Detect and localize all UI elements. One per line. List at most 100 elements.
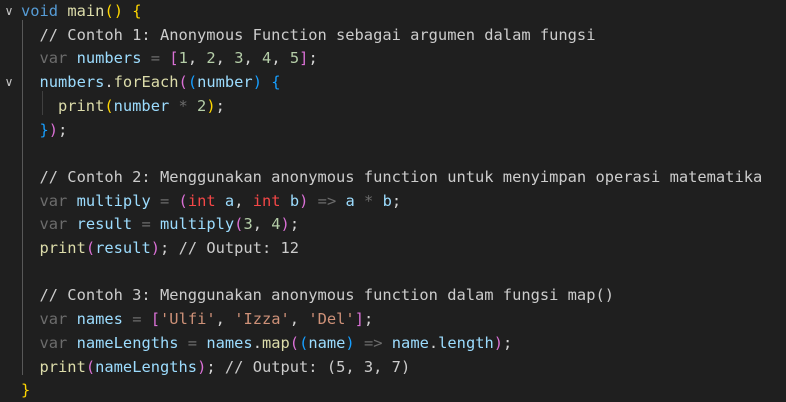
code-token: // Output: 12 [178, 239, 300, 257]
code-line[interactable] [0, 261, 786, 285]
code-token: ( [178, 191, 188, 210]
code-token: b [289, 191, 300, 210]
code-text: var multiply = (int a, int b) => a * b; [40, 190, 402, 214]
code-line[interactable]: print(number * 2); [0, 95, 786, 119]
code-token: ; [391, 191, 402, 210]
code-line[interactable]: var result = multiply(3, 4); [0, 213, 786, 237]
code-line[interactable]: print(nameLengths); // Output: (5, 3, 7) [0, 356, 786, 380]
code-text: }); [40, 119, 68, 143]
code-line[interactable] [0, 142, 786, 166]
code-token: 'Izza' [234, 310, 290, 329]
code-token: () [104, 2, 123, 20]
code-token: [ [150, 310, 161, 329]
code-token: multiply [76, 191, 151, 210]
code-token: var [39, 49, 68, 68]
code-token: var [39, 215, 68, 234]
code-token: ) [280, 215, 290, 234]
code-token: nameLengths [76, 333, 179, 352]
code-editor[interactable]: ∨ void main() {// Contoh 1: Anonymous Fun… [0, 0, 786, 402]
code-token: . [252, 333, 262, 352]
code-token: ; [160, 239, 179, 257]
code-line[interactable]: var nameLengths = names.map((name) => na… [0, 332, 786, 356]
code-token: . [428, 333, 439, 352]
code-token: ( [85, 357, 96, 376]
code-line[interactable]: } [0, 379, 786, 402]
code-token: ) [299, 191, 309, 210]
code-text: var result = multiply(3, 4); [40, 213, 300, 237]
code-token: 2 [206, 49, 216, 68]
code-token: 1 [178, 49, 188, 68]
code-token: 5 [289, 49, 300, 68]
code-token: // Output: (5, 3, 7) [224, 357, 411, 376]
code-token: ( [178, 73, 188, 92]
code-token: a [224, 191, 235, 210]
code-token: , [215, 310, 235, 329]
code-token: , [243, 49, 263, 68]
code-token: ( [299, 333, 309, 352]
code-token: [ [169, 49, 179, 68]
code-token: // Contoh 2: Menggunakan anonymous funct… [39, 167, 763, 186]
code-token: = [141, 49, 170, 68]
code-line[interactable]: var multiply = (int a, int b) => a * b; [0, 190, 786, 214]
code-token: = [132, 215, 161, 234]
code-token: => [308, 191, 346, 210]
code-token: number [197, 73, 253, 92]
code-line[interactable]: print(result); // Output: 12 [0, 237, 786, 261]
code-text: print(number * 2); [58, 95, 225, 119]
code-token: main [67, 2, 105, 20]
code-line[interactable]: ∨ void main() { [0, 0, 786, 24]
code-line[interactable]: // Contoh 3: Menggunakan anonymous funct… [0, 284, 786, 308]
code-text: } [21, 379, 30, 402]
code-token: forEach [113, 73, 179, 92]
code-line[interactable]: }); [0, 119, 786, 143]
code-line[interactable]: ∨ numbers.forEach((number) { [0, 71, 786, 95]
code-token: , [271, 49, 290, 68]
code-text: void main() { [21, 0, 142, 24]
code-token: b [382, 191, 392, 210]
code-token: ; [289, 215, 300, 234]
code-token: ) [345, 333, 355, 352]
code-token: ( [187, 73, 198, 92]
code-token: name [391, 333, 429, 352]
code-token: } [39, 120, 49, 139]
code-token: ) [150, 239, 161, 257]
code-token: number [113, 96, 170, 115]
code-token: multiply [160, 215, 235, 234]
code-token: var [39, 333, 68, 352]
code-token: ) [252, 73, 262, 92]
code-line[interactable]: // Contoh 2: Menggunakan anonymous funct… [0, 166, 786, 190]
code-text: // Contoh 3: Menggunakan anonymous funct… [40, 284, 615, 308]
code-token: { [271, 73, 281, 92]
code-token: 4 [271, 215, 281, 234]
code-token: . [104, 73, 114, 92]
code-token: = [178, 333, 207, 352]
code-token: => [354, 333, 392, 352]
code-token: ) [493, 333, 504, 352]
code-line[interactable]: var names = ['Ulfi', 'Izza', 'Del']; [0, 308, 786, 332]
code-token: ) [48, 120, 59, 139]
code-token: , [187, 49, 207, 68]
code-token: print [39, 239, 86, 257]
code-token: ; [58, 120, 68, 139]
code-token: , [252, 215, 272, 234]
code-token: int [252, 191, 281, 210]
code-text: // Contoh 2: Menggunakan anonymous funct… [40, 166, 763, 190]
fold-chevron-down-icon[interactable]: ∨ [0, 0, 18, 24]
code-token: 2 [197, 96, 207, 115]
code-line[interactable]: // Contoh 1: Anonymous Function sebagai … [0, 24, 786, 48]
code-token: length [438, 333, 494, 352]
code-token: numbers [76, 49, 142, 68]
code-line[interactable]: var numbers = [1, 2, 3, 4, 5]; [0, 47, 786, 71]
code-token: = [122, 310, 151, 329]
code-text: // Contoh 1: Anonymous Function sebagai … [40, 24, 596, 48]
fold-chevron-down-icon[interactable]: ∨ [0, 71, 18, 95]
code-text: var names = ['Ulfi', 'Izza', 'Del']; [40, 308, 374, 332]
code-token: ) [206, 96, 216, 115]
code-token: = [150, 191, 179, 210]
